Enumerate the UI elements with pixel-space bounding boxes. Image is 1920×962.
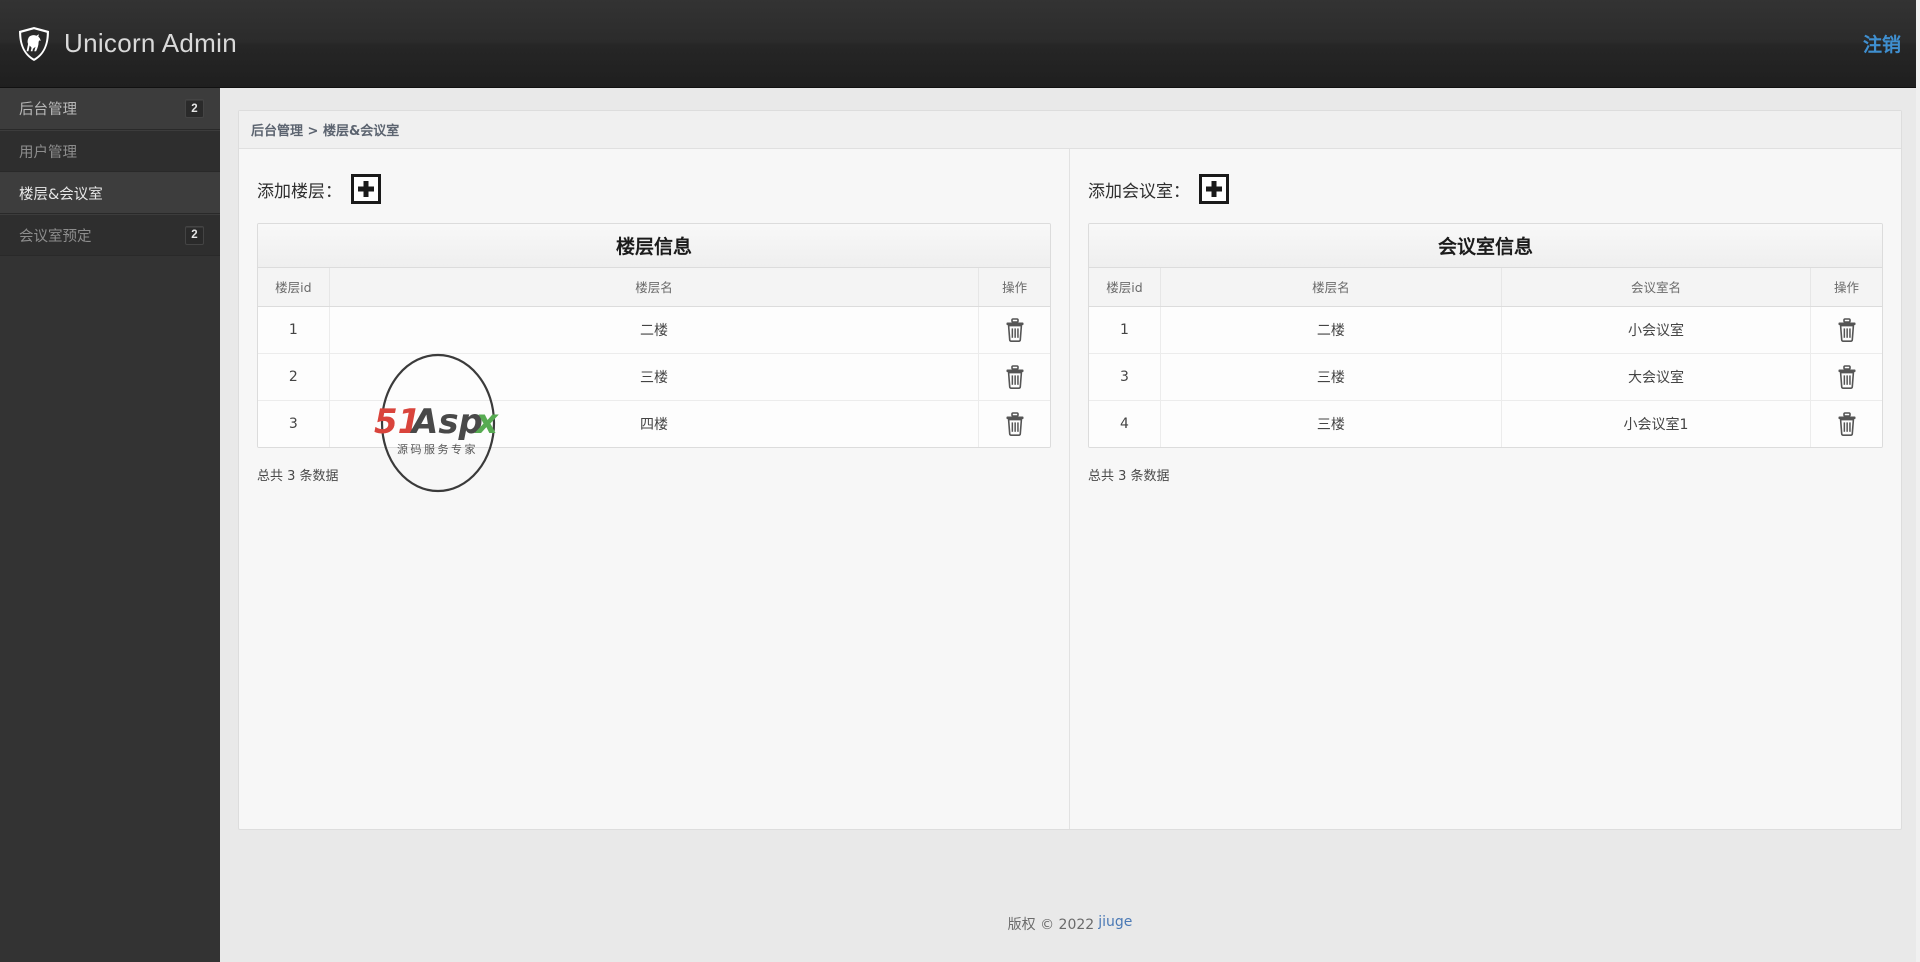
sidebar-item-label: 后台管理: [19, 102, 77, 118]
column-header-floor-name: 楼层名: [329, 268, 980, 307]
floor-total-text: 总共 3 条数据: [257, 469, 339, 484]
sidebar-item-label: 楼层&会议室: [19, 186, 103, 203]
add-meeting-room-plus-icon[interactable]: [1199, 174, 1229, 204]
meeting-room-table-box: 会议室信息 楼层id 楼层名 会议室名 操作 1 二楼 小会议室 3 三楼 大会…: [1088, 223, 1883, 448]
cell-floor-name: 三楼: [1160, 400, 1502, 447]
sidebar-item-backend-management[interactable]: 后台管理 2: [0, 88, 231, 130]
sidebar-item-label: 会议室预定: [19, 228, 92, 245]
cell-floor-id: 3: [258, 400, 330, 447]
add-floor-row: 添加楼层：: [257, 171, 1051, 207]
cell-action: [978, 306, 1050, 354]
content-panel: 后台管理 > 楼层&会议室 添加楼层： 楼层信息 楼层id 楼层名 操作 1 二…: [238, 110, 1902, 830]
column-header-action: 操作: [1810, 268, 1882, 307]
breadcrumb: 后台管理 > 楼层&会议室: [239, 111, 1901, 149]
cell-floor-id: 3: [1089, 353, 1161, 401]
add-meeting-room-row: 添加会议室：: [1088, 171, 1883, 207]
trash-icon[interactable]: [1836, 411, 1858, 436]
floor-section: 添加楼层： 楼层信息 楼层id 楼层名 操作 1 二楼 2 三楼 3 四楼 总共…: [239, 149, 1070, 829]
table-row: 1 二楼 小会议室: [1089, 306, 1882, 354]
meeting-room-total-text: 总共 3 条数据: [1088, 469, 1170, 484]
floor-table-box: 楼层信息 楼层id 楼层名 操作 1 二楼 2 三楼 3 四楼: [257, 223, 1051, 448]
sidebar-active-caret-icon: [220, 97, 231, 120]
copyright-text: 版权 © 2022: [1007, 917, 1095, 933]
brand-logo-link[interactable]: Unicorn Admin: [0, 26, 237, 62]
floor-table-title: 楼层信息: [258, 224, 1050, 268]
cell-action: [978, 353, 1050, 401]
table-row: 1 二楼: [258, 306, 1050, 354]
trash-icon[interactable]: [1004, 411, 1026, 436]
trash-icon[interactable]: [1004, 364, 1026, 389]
column-header-floor-id: 楼层id: [1089, 268, 1161, 307]
floor-table: 楼层id 楼层名 操作 1 二楼 2 三楼 3 四楼: [258, 268, 1050, 447]
navbar-right-group: 注销: [1863, 30, 1920, 57]
column-header-action: 操作: [978, 268, 1050, 307]
cell-room-name: 小会议室: [1501, 306, 1812, 354]
add-floor-label: 添加楼层：: [257, 181, 342, 202]
sidebar-item-label: 用户管理: [19, 144, 77, 161]
page-footer: 版权 © 2022 jiuge: [220, 900, 1920, 962]
cell-floor-id: 1: [1089, 306, 1161, 354]
trash-icon[interactable]: [1836, 317, 1858, 342]
cell-floor-id: 2: [258, 353, 330, 401]
meeting-room-table: 楼层id 楼层名 会议室名 操作 1 二楼 小会议室 3 三楼 大会议室 4 三…: [1089, 268, 1882, 447]
column-header-floor-name: 楼层名: [1160, 268, 1502, 307]
footer-author-link[interactable]: jiuge: [1098, 914, 1132, 930]
cell-floor-name: 二楼: [1160, 306, 1502, 354]
sidebar-item-user-management[interactable]: 用户管理: [0, 130, 220, 172]
table-row: 2 三楼: [258, 353, 1050, 401]
table-row: 3 三楼 大会议室: [1089, 353, 1882, 401]
cell-floor-id: 4: [1089, 400, 1161, 447]
sidebar-item-meeting-room-booking[interactable]: 会议室预定 2: [0, 214, 220, 256]
sidebar: 后台管理 2 用户管理 楼层&会议室 会议室预定 2: [0, 88, 231, 962]
cell-floor-name: 三楼: [1160, 353, 1502, 401]
vertical-scrollbar[interactable]: [1916, 0, 1920, 962]
cell-action: [978, 400, 1050, 447]
brand-title: Unicorn Admin: [64, 28, 237, 58]
table-row: 3 四楼: [258, 400, 1050, 447]
trash-icon[interactable]: [1836, 364, 1858, 389]
cell-action: [1810, 353, 1882, 401]
cell-floor-id: 1: [258, 306, 330, 354]
column-header-room-name: 会议室名: [1501, 268, 1812, 307]
column-header-floor-id: 楼层id: [258, 268, 330, 307]
table-row: 4 三楼 小会议室1: [1089, 400, 1882, 447]
top-navbar: Unicorn Admin 注销: [0, 0, 1920, 88]
main-content-area: 后台管理 > 楼层&会议室 添加楼层： 楼层信息 楼层id 楼层名 操作 1 二…: [220, 88, 1920, 962]
add-meeting-room-label: 添加会议室：: [1088, 181, 1190, 202]
cell-floor-name: 二楼: [329, 306, 980, 354]
cell-room-name: 大会议室: [1501, 353, 1812, 401]
meeting-room-table-title: 会议室信息: [1089, 224, 1882, 268]
trash-icon[interactable]: [1004, 317, 1026, 342]
cell-action: [1810, 400, 1882, 447]
logout-button[interactable]: 注销: [1863, 35, 1901, 56]
content-wrapper: 后台管理 > 楼层&会议室 添加楼层： 楼层信息 楼层id 楼层名 操作 1 二…: [220, 88, 1920, 830]
shield-unicorn-icon: [19, 26, 49, 61]
meeting-room-table-header-row: 楼层id 楼层名 会议室名 操作: [1089, 268, 1882, 307]
cell-room-name: 小会议室1: [1501, 400, 1812, 447]
sidebar-badge-count: 2: [185, 225, 204, 245]
cell-floor-name: 四楼: [329, 400, 980, 447]
sidebar-item-floor-and-meeting-room[interactable]: 楼层&会议室: [0, 172, 220, 214]
two-column-layout: 添加楼层： 楼层信息 楼层id 楼层名 操作 1 二楼 2 三楼 3 四楼 总共…: [239, 149, 1901, 829]
add-floor-plus-icon[interactable]: [351, 174, 381, 204]
sidebar-badge-count: 2: [185, 99, 204, 118]
cell-action: [1810, 306, 1882, 354]
cell-floor-name: 三楼: [329, 353, 980, 401]
meeting-room-section: 添加会议室： 会议室信息 楼层id 楼层名 会议室名 操作 1 二楼 小会议室 …: [1070, 149, 1901, 829]
floor-table-header-row: 楼层id 楼层名 操作: [258, 268, 1050, 307]
